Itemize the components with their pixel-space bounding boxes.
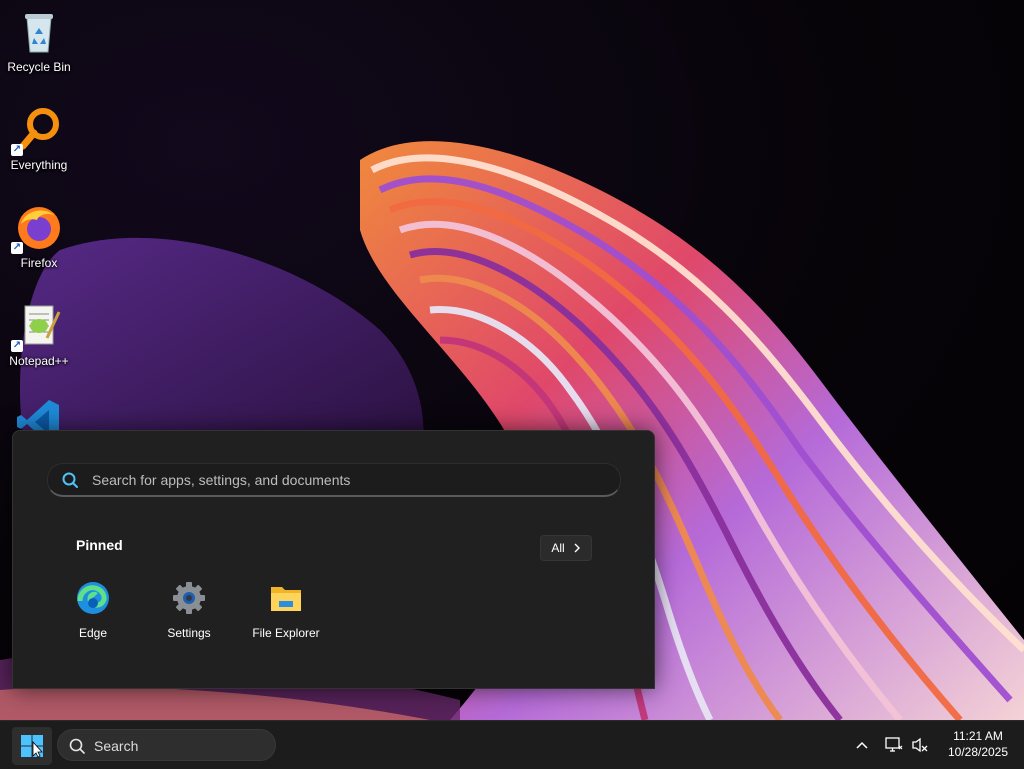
recycle-bin-icon (15, 8, 63, 56)
shortcut-arrow-icon: ↗ (11, 144, 23, 156)
taskbar-search-label: Search (94, 738, 139, 754)
clock-time: 11:21 AM (953, 729, 1003, 743)
search-icon (69, 738, 85, 754)
desktop-icon-firefox[interactable]: ↗ Firefox (2, 204, 76, 270)
taskbar-search-box[interactable]: Search (57, 729, 276, 761)
edge-icon (76, 581, 110, 615)
desktop-icon-label: Notepad++ (9, 354, 69, 368)
volume-tray-button[interactable] (908, 721, 932, 769)
all-apps-button[interactable]: All (540, 535, 592, 561)
pinned-section-title: Pinned (76, 537, 123, 553)
windows-logo-icon (21, 735, 43, 758)
pinned-app-label: Settings (167, 626, 211, 640)
network-tray-button[interactable] (882, 721, 906, 769)
start-search-box[interactable] (47, 463, 621, 497)
clock-date: 10/28/2025 (947, 745, 1009, 759)
taskbar: Search 11:21 AM 10/28/2025 (0, 720, 1024, 769)
folder-icon (269, 581, 303, 615)
everything-search-icon: ↗ (11, 106, 63, 156)
pinned-app-edge[interactable]: Edge (48, 581, 138, 640)
desktop-icon-notepadpp[interactable]: ↗ Notepad++ (2, 302, 76, 368)
desktop-icon-recycle-bin[interactable]: Recycle Bin (2, 8, 76, 74)
pinned-app-settings[interactable]: Settings (144, 581, 234, 640)
shortcut-arrow-icon: ↗ (11, 340, 23, 352)
shortcut-arrow-icon: ↗ (11, 242, 23, 254)
desktop-icon-label: Everything (10, 158, 68, 172)
settings-gear-icon (172, 581, 206, 615)
desktop-icon-everything[interactable]: ↗ Everything (2, 106, 76, 172)
network-monitor-icon (885, 737, 903, 752)
speaker-muted-icon (912, 737, 928, 753)
desktop-icon-label: Firefox (20, 256, 58, 270)
show-hidden-icons-button[interactable] (850, 721, 874, 769)
start-menu: Pinned All Edge (12, 430, 655, 689)
firefox-icon: ↗ (11, 204, 63, 254)
chevron-right-icon (574, 543, 580, 553)
pinned-app-label: File Explorer (252, 626, 320, 640)
pinned-app-file-explorer[interactable]: File Explorer (241, 581, 331, 640)
notepadpp-icon: ↗ (11, 302, 63, 352)
start-button[interactable] (12, 727, 52, 765)
desktop-icon-label: Recycle Bin (7, 60, 71, 74)
chevron-up-icon (856, 741, 868, 749)
pinned-app-label: Edge (78, 626, 108, 640)
search-icon (62, 472, 78, 488)
start-search-input[interactable] (90, 467, 594, 493)
all-apps-label: All (551, 541, 565, 555)
taskbar-clock[interactable]: 11:21 AM 10/28/2025 (938, 728, 1018, 760)
